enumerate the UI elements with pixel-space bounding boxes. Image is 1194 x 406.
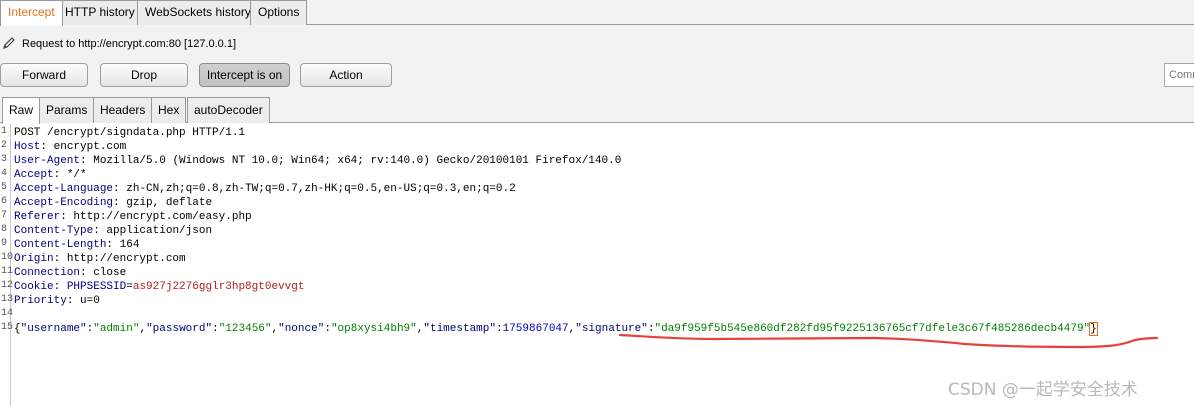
json-key: "timestamp" xyxy=(423,323,496,335)
header-name: Referer xyxy=(14,211,61,223)
line-number: 9 xyxy=(1,238,8,249)
json-value: 1759867047 xyxy=(502,323,569,335)
line-number: 3 xyxy=(1,154,8,165)
request-target: Request to http://encrypt.com:80 [127.0.… xyxy=(22,38,237,50)
request-info-bar: Request to http://encrypt.com:80 [127.0.… xyxy=(0,25,1194,61)
header-value: http://encrypt.com xyxy=(60,253,186,265)
message-view-tabs: Raw Params Headers Hex autoDecoder xyxy=(0,92,1194,124)
header-value: zh-CN,zh;q=0.8,zh-TW;q=0.7,zh-HK;q=0.5,e… xyxy=(119,183,516,195)
json-value: "op8xysi4bh9" xyxy=(330,323,417,335)
forward-button[interactable]: Forward xyxy=(0,63,88,87)
line-number: 13 xyxy=(1,294,14,305)
json-colon: : xyxy=(324,323,331,335)
json-colon: : xyxy=(496,323,503,335)
header-name: Accept-Language xyxy=(14,183,114,195)
header-value: close xyxy=(86,267,127,279)
header-line: Accept-Encoding: gzip, deflate xyxy=(14,197,213,209)
header-value: Mozilla/5.0 (Windows NT 10.0; Win64; x64… xyxy=(86,155,622,167)
header-line: Content-Type: application/json xyxy=(14,225,213,237)
cookie-value: as927j2276gglr3hp8gt0evvgt xyxy=(132,281,305,293)
red-underline-annotation xyxy=(618,333,1159,349)
header-name: Content-Length xyxy=(14,239,107,251)
header-line: Referer: http://encrypt.com/easy.php xyxy=(14,211,252,223)
raw-request-editor[interactable]: 1 2 3 4 5 6 7 8 9 10 11 12 13 14 15 POST… xyxy=(0,124,1194,406)
line-number: 4 xyxy=(1,168,8,179)
tab-websockets-history[interactable]: WebSockets history xyxy=(137,0,259,25)
header-line: Connection: close xyxy=(14,267,127,279)
header-value: http://encrypt.com/easy.php xyxy=(66,211,252,223)
header-line: Host: encrypt.com xyxy=(14,141,127,153)
header-name: Accept xyxy=(14,169,54,181)
header-name: Origin xyxy=(14,253,54,265)
header-line: Accept-Language: zh-CN,zh;q=0.8,zh-TW;q=… xyxy=(14,183,516,195)
line-number: 11 xyxy=(1,266,14,277)
line-number: 15 xyxy=(1,322,14,333)
intercept-toolbar: Forward Drop Intercept is on Action xyxy=(0,61,1194,92)
line-number: 12 xyxy=(1,280,14,291)
header-line: Origin: http://encrypt.com xyxy=(14,253,186,265)
header-value: application/json xyxy=(99,225,213,237)
header-value: encrypt.com xyxy=(47,141,127,153)
header-value: */* xyxy=(60,169,87,181)
tab-intercept[interactable]: Intercept xyxy=(0,0,63,26)
line-number: 7 xyxy=(1,210,8,221)
json-brace: { xyxy=(14,323,21,335)
comment-input[interactable] xyxy=(1164,63,1194,87)
tab-params[interactable]: Params xyxy=(39,97,95,123)
action-button[interactable]: Action xyxy=(300,63,392,87)
pencil-icon xyxy=(2,36,16,50)
tab-hex[interactable]: Hex xyxy=(151,97,187,123)
header-name: Host xyxy=(14,141,41,153)
header-value: gzip, deflate xyxy=(119,197,213,209)
tab-options[interactable]: Options xyxy=(250,0,308,25)
json-key: "password" xyxy=(146,323,213,335)
header-name: Priority xyxy=(14,295,67,307)
tab-raw[interactable]: Raw xyxy=(2,97,41,124)
line-number-gutter: 1 2 3 4 5 6 7 8 9 10 11 12 13 14 15 xyxy=(0,124,14,406)
cookie-name: PHPSESSID xyxy=(66,281,127,293)
json-key: "nonce" xyxy=(278,323,325,335)
csdn-watermark: CSDN @一起学安全技术 xyxy=(948,380,1138,400)
header-value: 164 xyxy=(113,239,140,251)
line-number: 1 xyxy=(1,126,8,137)
line-number: 2 xyxy=(1,140,8,151)
tab-http-history[interactable]: HTTP history xyxy=(57,0,143,25)
cookie-line: Cookie: PHPSESSID=as927j2276gglr3hp8gt0e… xyxy=(14,280,304,294)
json-value: "123456" xyxy=(218,323,272,335)
header-name: Accept-Encoding xyxy=(14,197,114,209)
line-number: 14 xyxy=(1,308,14,319)
header-line: Content-Length: 164 xyxy=(14,239,140,251)
json-value: "admin" xyxy=(93,323,140,335)
line-number: 5 xyxy=(1,182,8,193)
line-number: 8 xyxy=(1,224,8,235)
header-line: Accept: */* xyxy=(14,169,87,181)
tab-headers[interactable]: Headers xyxy=(93,97,153,123)
line-number: 6 xyxy=(1,196,8,207)
header-name: Content-Type xyxy=(14,225,94,237)
intercept-toggle-button[interactable]: Intercept is on xyxy=(199,63,290,87)
header-name: Cookie: xyxy=(14,281,67,293)
tab-autodecoder[interactable]: autoDecoder xyxy=(187,97,270,123)
drop-button[interactable]: Drop xyxy=(100,63,188,87)
header-name: Connection xyxy=(14,267,81,279)
header-value: u=0 xyxy=(73,295,100,307)
header-line: User-Agent: Mozilla/5.0 (Windows NT 10.0… xyxy=(14,155,622,167)
cookie-equals: = xyxy=(126,281,133,293)
top-tab-bar: Intercept HTTP history WebSockets histor… xyxy=(0,0,1194,26)
header-line: Priority: u=0 xyxy=(14,295,100,307)
request-line: POST /encrypt/signdata.php HTTP/1.1 xyxy=(14,127,246,139)
header-name: User-Agent xyxy=(14,155,81,167)
json-key: "username" xyxy=(20,323,87,335)
line-number: 10 xyxy=(1,252,14,263)
json-colon: : xyxy=(212,323,219,335)
